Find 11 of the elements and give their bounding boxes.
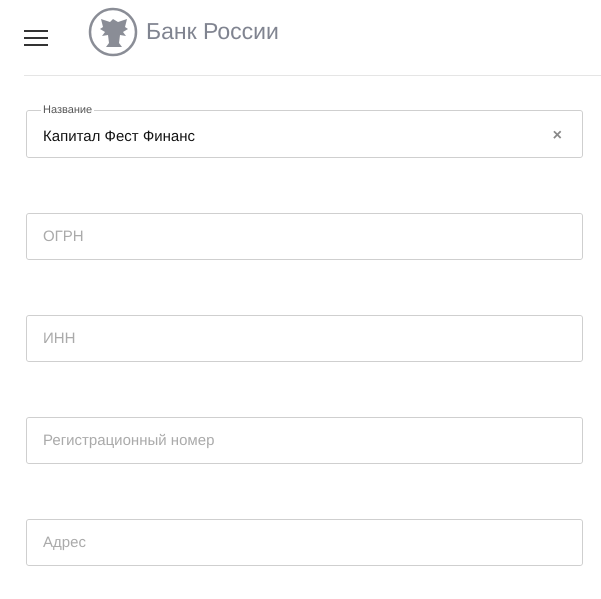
eagle-emblem-icon	[88, 6, 138, 56]
field-label: Название	[42, 104, 94, 116]
text-field[interactable]: ОГРН	[26, 213, 583, 260]
clear-button[interactable]: ×	[548, 116, 566, 156]
text-field[interactable]: Адрес	[26, 519, 583, 566]
text-field[interactable]: Регистрационный номер	[26, 417, 583, 464]
menu-button[interactable]	[24, 28, 48, 46]
brand-name: Банк России	[146, 18, 279, 45]
text-field[interactable]: ИНН	[26, 315, 583, 362]
text-field[interactable]: Название Капитал Фест Финанс ×	[26, 104, 583, 158]
menu-icon	[24, 28, 48, 46]
